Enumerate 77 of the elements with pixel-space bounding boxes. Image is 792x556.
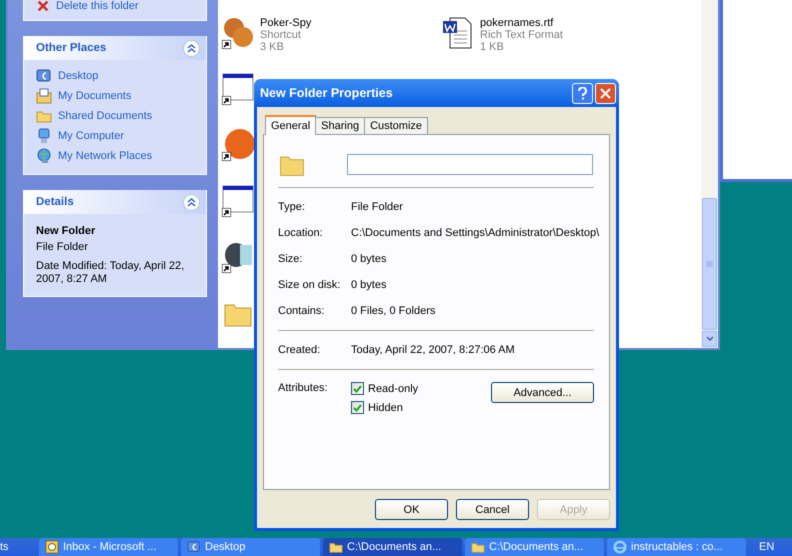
place-link[interactable]: My Network Places xyxy=(36,148,196,164)
tab[interactable]: Customize xyxy=(364,117,428,135)
checkbox[interactable] xyxy=(351,401,364,414)
property-label: Created: xyxy=(278,344,322,356)
collapse-icon xyxy=(187,44,196,52)
shortcut-icon xyxy=(222,73,254,105)
shortcut-icon xyxy=(222,241,254,273)
file-name: Poker-Spy xyxy=(260,17,312,29)
documents-icon xyxy=(36,88,52,104)
property-label: Type: xyxy=(278,201,306,213)
detail-modified: Date Modified: Today, April 22, 2007, 8:27 AM xyxy=(36,260,186,286)
help-button[interactable] xyxy=(572,82,593,104)
advanced-button[interactable]: Advanced... xyxy=(491,382,594,403)
dialog-button[interactable]: Cancel xyxy=(456,499,529,520)
property-label: Location: xyxy=(278,227,324,239)
file-type: Shortcut xyxy=(260,29,302,41)
taskbar-button[interactable]: Desktop xyxy=(181,538,320,556)
check-icon xyxy=(353,384,362,392)
document-icon xyxy=(442,17,474,49)
property-label: Contains: xyxy=(278,305,326,317)
browser-icon xyxy=(613,540,627,554)
attribute-checkbox[interactable]: Hidden xyxy=(351,401,418,414)
property-value: C:\Documents and Settings\Administrator\Desktop\ xyxy=(351,227,600,239)
taskbar-button[interactable]: C:\Documents an... xyxy=(323,538,462,556)
property-label: Size on disk: xyxy=(278,279,342,291)
window-title: New Folder Properties xyxy=(260,86,393,100)
chevron-down-icon xyxy=(706,336,714,342)
place-link[interactable]: Desktop xyxy=(36,68,196,84)
task-link[interactable]: Delete this folder xyxy=(36,0,206,14)
taskbar-button[interactable]: instructables : co... xyxy=(607,538,746,556)
tab[interactable]: Sharing xyxy=(315,117,366,135)
shortcut-icon xyxy=(222,17,254,49)
close-icon xyxy=(600,88,611,98)
tab[interactable]: General xyxy=(265,115,316,135)
collapse-icon xyxy=(187,198,196,206)
shortcut-icon xyxy=(222,185,254,217)
scrollbar[interactable] xyxy=(701,0,718,348)
property-value: 0 bytes xyxy=(351,279,386,291)
taskbar-button[interactable]: C:\Documents an... xyxy=(465,538,604,556)
file-size: 1 KB xyxy=(480,41,505,53)
checkbox[interactable] xyxy=(351,382,364,395)
place-link[interactable]: My Documents xyxy=(36,88,196,104)
attribute-checkbox[interactable]: Read-only xyxy=(351,382,418,395)
detail-type: File Folder xyxy=(36,241,89,254)
detail-name: New Folder xyxy=(36,225,96,238)
scroll-down-button[interactable] xyxy=(702,331,717,347)
file-size: 3 KB xyxy=(260,41,285,53)
shortcut-icon xyxy=(222,129,254,161)
property-value: 0 Files, 0 Folders xyxy=(351,305,436,317)
collapse-button[interactable] xyxy=(183,40,200,56)
network-icon xyxy=(36,148,52,164)
folder-icon xyxy=(471,540,485,554)
scroll-thumb[interactable] xyxy=(702,198,717,330)
toolbar-text: ts xyxy=(0,541,10,553)
place-link[interactable]: My Computer xyxy=(36,128,196,144)
check-icon xyxy=(353,404,362,412)
property-label: Attributes: xyxy=(278,382,329,396)
file-type: Rich Text Format xyxy=(480,29,563,41)
computer-icon xyxy=(36,128,52,144)
card-title: Other Places xyxy=(36,42,106,54)
grip-icon xyxy=(706,261,713,267)
property-label: Size: xyxy=(278,253,304,265)
property-value: 0 bytes xyxy=(351,253,386,265)
delete-icon xyxy=(36,0,50,13)
close-button[interactable] xyxy=(595,82,616,104)
language-indicator[interactable]: EN xyxy=(759,541,774,553)
card-title: Details xyxy=(36,196,74,208)
dialog-button[interactable]: OK xyxy=(375,499,448,520)
help-icon xyxy=(578,86,587,100)
collapse-button[interactable] xyxy=(183,194,200,210)
property-value: Today, April 22, 2007, 8:27:06 AM xyxy=(351,344,515,356)
place-link[interactable]: Shared Documents xyxy=(36,108,196,124)
taskbar-button[interactable]: Inbox - Microsoft ... xyxy=(39,538,178,556)
folder-icon xyxy=(329,540,343,554)
property-value: File Folder xyxy=(351,201,403,213)
name-field[interactable] xyxy=(347,154,593,174)
file-name: pokernames.rtf xyxy=(480,17,554,29)
